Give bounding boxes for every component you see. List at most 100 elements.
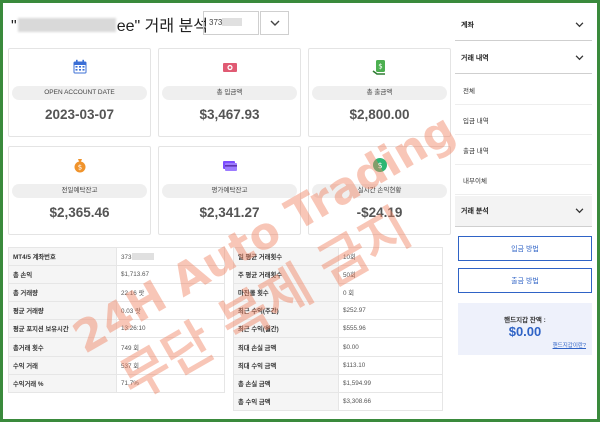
table-value: 0 회 xyxy=(338,283,443,303)
table-value: 71.7% xyxy=(116,373,225,393)
svg-text:$: $ xyxy=(377,161,382,170)
table-value: 50회 xyxy=(338,265,443,285)
table-row: 총거래 횟수 749 회 xyxy=(8,337,225,357)
page-title-prefix: " xyxy=(11,18,17,35)
button-label: 출금 방법 xyxy=(511,277,539,285)
card-value: $2,800.00 xyxy=(349,107,410,122)
card-label: 평가예탁잔고 xyxy=(162,184,297,198)
table-value: 749 회 xyxy=(116,337,225,357)
sidebar-item-label: 출금 내역 xyxy=(463,147,489,155)
table-key: 수익 거래 xyxy=(8,355,117,375)
card-open-account-date: OPEN ACCOUNT DATE 2023-03-07 xyxy=(8,48,151,137)
account-select-value: 373 xyxy=(209,18,223,27)
table-value: $1,594.99 xyxy=(338,373,443,393)
table-value: 22.16 랏 xyxy=(116,283,225,303)
table-row: 마진콜 횟수 0 회 xyxy=(233,283,443,303)
redacted-account xyxy=(222,18,243,26)
table-row: 주 평균 거래횟수 50회 xyxy=(233,265,443,285)
table-value: $0.00 xyxy=(338,337,443,357)
table-value: $1,713.67 xyxy=(116,265,225,285)
table-value: 373 xyxy=(116,246,225,267)
card-label: 실시간 손익현황 xyxy=(312,184,447,198)
money-bag-icon: $ xyxy=(74,159,86,173)
table-row: 총 손실 금액 $1,594.99 xyxy=(233,373,443,393)
sidebar-item-deposit-history[interactable]: 입금 내역 xyxy=(455,105,592,135)
table-value: $3,308.66 xyxy=(338,391,443,411)
table-value: $555.96 xyxy=(338,319,443,339)
table-key: 최대 손실 금액 xyxy=(233,337,339,357)
table-key: 마진콜 횟수 xyxy=(233,283,339,303)
table-key: 최근 수익(주간) xyxy=(233,301,339,321)
page-title: " ee" 거래 분석 xyxy=(11,12,208,36)
table-key: 총 거래량 xyxy=(8,283,117,303)
chevron-down-icon xyxy=(575,22,584,28)
wallet-info-link[interactable]: 핸드지갑이란? xyxy=(553,341,586,349)
sidebar-item-withdraw-history[interactable]: 출금 내역 xyxy=(455,135,592,165)
table-key: 최근 수익(월간) xyxy=(233,319,339,339)
table-row: 평균 포지션 보유시간 13:26:10 xyxy=(8,319,225,339)
table-key: MT4/5 계좌번호 xyxy=(8,246,117,267)
account-select[interactable]: 373 xyxy=(203,11,259,35)
redacted-name xyxy=(17,18,116,32)
table-key: 일 평균 거래횟수 xyxy=(233,246,339,267)
page-title-suffix: ee" 거래 분석 xyxy=(116,18,208,35)
table-value: $113.10 xyxy=(338,355,443,375)
card-total-withdraw: $ 총 출금액 $2,800.00 xyxy=(308,48,451,137)
card-label: 총 출금액 xyxy=(312,86,447,100)
card-label: 총 입금액 xyxy=(162,86,297,100)
credit-card-icon xyxy=(223,161,237,171)
card-value: -$24.19 xyxy=(356,205,403,220)
table-value: $252.97 xyxy=(338,301,443,321)
table-row: 최근 수익(월간) $555.96 xyxy=(233,319,443,339)
table-row: 수익거래 % 71.7% xyxy=(8,373,225,393)
table-row: 일 평균 거래횟수 10회 xyxy=(233,246,443,267)
table-key: 수익거래 % xyxy=(8,373,117,393)
card-eval-balance: 평가예탁잔고 $2,341.27 xyxy=(158,146,301,235)
sidebar-section-analysis[interactable]: 거래 분석 xyxy=(455,196,592,227)
table-row: MT4/5 계좌번호 373 xyxy=(8,246,225,267)
table-value: 537 회 xyxy=(116,355,225,375)
wallet-label: 핸드지갑 잔액 : xyxy=(504,317,546,324)
table-value: 10회 xyxy=(338,246,443,267)
wallet-balance-box: 핸드지갑 잔액 : $0.00 핸드지갑이란? xyxy=(458,303,592,355)
table-row: 총 거래량 22.16 랏 xyxy=(8,283,225,303)
sidebar-item-label: 입금 내역 xyxy=(463,117,489,125)
table-row: 총 손익 $1,713.67 xyxy=(8,265,225,285)
sidebar-section-trade-history[interactable]: 거래 내역 xyxy=(455,43,592,74)
table-key: 평균 포지션 보유시간 xyxy=(8,319,117,339)
withdraw-method-button[interactable]: 출금 방법 xyxy=(458,268,592,293)
withdraw-icon: $ xyxy=(372,60,385,75)
card-label: 전일예탁잔고 xyxy=(12,184,147,198)
sidebar-item-label: 전체 xyxy=(463,87,475,95)
account-dropdown-button[interactable] xyxy=(260,11,289,35)
table-row: 최근 수익(주간) $252.97 xyxy=(233,301,443,321)
sidebar-item-all[interactable]: 전체 xyxy=(455,75,592,105)
table-key: 총 수익 금액 xyxy=(233,391,339,411)
svg-text:$: $ xyxy=(78,164,82,172)
sidebar-section-account[interactable]: 계좌 xyxy=(455,10,592,41)
card-value: $2,365.46 xyxy=(49,205,110,220)
exchange-icon: $ xyxy=(373,158,387,172)
table-row: 최대 손실 금액 $0.00 xyxy=(233,337,443,357)
table-value: 0.03 랏 xyxy=(116,301,225,321)
table-key: 총거래 횟수 xyxy=(8,337,117,357)
table-row: 총 수익 금액 $3,308.66 xyxy=(233,391,443,411)
table-row: 수익 거래 537 회 xyxy=(8,355,225,375)
calendar-icon xyxy=(73,59,87,74)
table-key: 총 손익 xyxy=(8,265,117,285)
card-value: 2023-03-07 xyxy=(44,107,115,122)
card-realtime-pnl: $ 실시간 손익현황 -$24.19 xyxy=(308,146,451,235)
table-row: 평균 거래량 0.03 랏 xyxy=(8,301,225,321)
chevron-down-icon xyxy=(270,20,279,26)
redacted-account xyxy=(131,252,154,260)
chevron-down-icon xyxy=(575,208,584,214)
deposit-method-button[interactable]: 입금 방법 xyxy=(458,236,592,261)
sidebar-item-internal-transfer[interactable]: 내부이체 xyxy=(455,165,592,195)
sidebar-section-label: 거래 분석 xyxy=(461,208,489,215)
wallet-value: $0.00 xyxy=(508,324,542,339)
sidebar-section-label: 계좌 xyxy=(461,22,474,29)
table-key: 평균 거래량 xyxy=(8,301,117,321)
card-value: $2,341.27 xyxy=(199,205,260,220)
stats-table-left: MT4/5 계좌번호 373 총 손익 $1,713.67 총 거래량 22.16 랏… xyxy=(8,246,225,393)
stats-table-right: 일 평균 거래횟수 10회 주 평균 거래횟수 50회 마진콜 횟수 0 회 최근 수… xyxy=(233,246,443,411)
